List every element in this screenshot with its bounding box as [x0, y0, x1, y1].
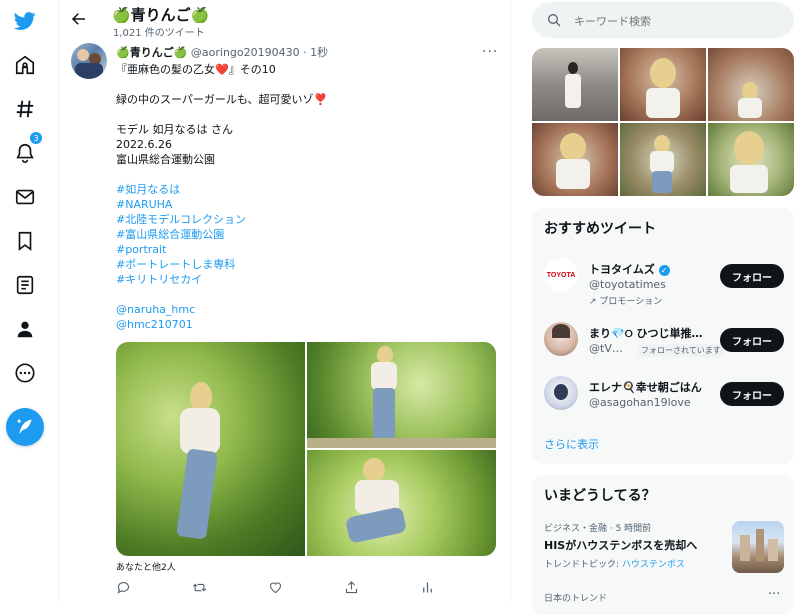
- more-options-icon[interactable]: [4, 352, 46, 394]
- home-icon[interactable]: [4, 44, 46, 86]
- trend-topic-link[interactable]: ハウステンボス: [622, 560, 685, 570]
- trend-thumbnail[interactable]: [732, 521, 784, 573]
- hashtag-link[interactable]: #キリトリセカイ: [116, 272, 496, 287]
- promoted-icon: ↗: [589, 297, 597, 307]
- tweet-line: [116, 107, 496, 122]
- account-avatar[interactable]: [544, 376, 578, 410]
- tweet-line: [116, 77, 496, 92]
- mention-link[interactable]: @hmc210701: [116, 317, 496, 332]
- trend-headline: HISがハウステンボスを売却へ: [544, 539, 698, 552]
- tweet-photo-3[interactable]: [307, 450, 496, 556]
- trend-more-options-icon[interactable]: ···: [768, 587, 780, 602]
- follow-button[interactable]: フォロー: [720, 328, 784, 352]
- share-icon[interactable]: [344, 580, 359, 599]
- center-divider: [510, 0, 511, 603]
- mention-link[interactable]: @naruha_hmc: [116, 302, 496, 317]
- trends-card: いまどうしてる？ ビジネス・金融 · 5 時間前 HISがハウステンボスを売却へ…: [532, 475, 794, 615]
- tweet-more-options-icon[interactable]: ···: [482, 44, 498, 60]
- media-thumb-2[interactable]: [620, 48, 706, 121]
- toyota-times-avatar[interactable]: TOYOTA: [544, 258, 578, 292]
- tweet-photo-2[interactable]: [307, 342, 496, 448]
- account-avatar[interactable]: [544, 322, 578, 356]
- notification-count-badge: 3: [29, 131, 43, 145]
- liked-by-text[interactable]: あなたと他2人: [116, 560, 176, 573]
- tweet-author-avatar[interactable]: [71, 43, 107, 79]
- back-arrow-icon[interactable]: [70, 10, 88, 28]
- search-input[interactable]: [572, 10, 776, 32]
- hashtag-link[interactable]: #NARUHA: [116, 197, 496, 212]
- tweet-line: 『亜麻色の髪の乙女❤️』その10: [116, 63, 276, 76]
- left-nav: 3: [0, 0, 52, 603]
- recommended-account-row[interactable]: まり💎୦ ひつじ単推… @tV… フォローされています フォロー: [544, 322, 784, 366]
- retweet-icon[interactable]: [192, 580, 207, 599]
- media-thumb-4[interactable]: [532, 123, 618, 196]
- left-divider: [58, 0, 59, 603]
- hashtag-link[interactable]: #富山県総合運動公園: [116, 227, 496, 242]
- tweet-timestamp[interactable]: · 1秒: [303, 46, 328, 59]
- compose-tweet-button[interactable]: [6, 408, 44, 446]
- tweet-photo-grid: [116, 342, 496, 556]
- reply-icon[interactable]: [116, 580, 131, 599]
- show-more-link[interactable]: さらに表示: [544, 436, 599, 452]
- trend-topic-line: トレンドトピック: ハウステンボス: [544, 560, 685, 570]
- trend-item[interactable]: ビジネス・金融 · 5 時間前 HISがハウステンボスを売却へ トレンドトピック…: [544, 521, 784, 577]
- profile-tweet-count: 1,021 件のツイート: [113, 28, 205, 39]
- account-name: エレナ🍳幸せ朝ごはん: [589, 381, 702, 394]
- recommended-account-row[interactable]: TOYOTA トヨタイムズ ✓ @toyotatimes ↗ プロモーション フ…: [544, 258, 784, 307]
- media-thumb-6[interactable]: [708, 123, 794, 196]
- like-heart-icon[interactable]: [268, 580, 283, 599]
- tweet-body: 『亜麻色の髪の乙女❤️』その10 緑の中のスーパーガールも、超可愛いゾ❣️ モデ…: [116, 62, 496, 332]
- hashtag-link[interactable]: #ポートレートしま専科: [116, 257, 496, 272]
- promotion-label: ↗ プロモーション: [589, 297, 663, 307]
- hashtag-link[interactable]: #如月なるは: [116, 182, 496, 197]
- hashtag-link[interactable]: #portrait: [116, 242, 496, 257]
- bookmarks-icon[interactable]: [4, 220, 46, 262]
- trends-title: いまどうしてる？: [544, 488, 656, 504]
- tweet-line: モデル 如月なるは さん: [116, 123, 233, 136]
- explore-hashtag-icon[interactable]: [4, 88, 46, 130]
- recommended-tweets-card: おすすめツイート TOYOTA トヨタイムズ ✓ @toyotatimes ↗ …: [532, 208, 794, 464]
- tweet-author-name[interactable]: 🍏青りんご🍏: [116, 46, 187, 59]
- tweet-author-handle[interactable]: @aoringo20190430: [191, 46, 300, 59]
- media-thumb-1[interactable]: [532, 48, 618, 121]
- recommended-account-row[interactable]: エレナ🍳幸せ朝ごはん @asagohan19love フォロー: [544, 376, 784, 420]
- account-handle: @asagohan19love: [589, 396, 691, 409]
- tweet-line: 緑の中のスーパーガールも、超可愛いゾ❣️: [116, 93, 328, 106]
- tweet-line: 2022.6.26: [116, 138, 172, 151]
- lists-icon[interactable]: [4, 264, 46, 306]
- account-name: まり💎୦ ひつじ単推…: [589, 327, 703, 340]
- search-icon: [548, 14, 561, 27]
- follows-you-badge: フォローされています: [638, 344, 724, 357]
- analytics-icon[interactable]: [420, 580, 435, 599]
- trend-category-label: 日本のトレンド: [544, 594, 608, 604]
- trend-meta: ビジネス・金融 · 5 時間前: [544, 524, 652, 534]
- tweet-line: 富山県総合運動公園: [116, 153, 215, 166]
- follow-button[interactable]: フォロー: [720, 264, 784, 288]
- messages-envelope-icon[interactable]: [4, 176, 46, 218]
- tweet-photo-1[interactable]: [116, 342, 305, 556]
- account-name: トヨタイムズ ✓: [589, 261, 670, 277]
- notifications-bell-icon[interactable]: 3: [4, 131, 46, 174]
- account-handle: @tV…: [589, 342, 623, 355]
- hashtag-link[interactable]: #北陸モデルコレクション: [116, 212, 496, 227]
- media-thumb-3[interactable]: [708, 48, 794, 121]
- media-thumb-5[interactable]: [620, 123, 706, 196]
- verified-badge-icon: ✓: [658, 264, 670, 276]
- profile-header-name: 🍏青りんご🍏: [112, 6, 210, 24]
- tweet-author-line: 🍏青りんご🍏 @aoringo20190430 · 1秒: [116, 44, 328, 60]
- twitter-logo-icon[interactable]: [4, 0, 46, 42]
- profile-icon[interactable]: [4, 308, 46, 350]
- toyota-logo-text: TOYOTA: [546, 271, 576, 279]
- account-handle: @toyotatimes: [589, 278, 666, 291]
- media-gallery: [532, 48, 794, 196]
- follow-button[interactable]: フォロー: [720, 382, 784, 406]
- compose-feather-icon: [17, 419, 32, 434]
- search-box[interactable]: [532, 2, 794, 38]
- recommended-title: おすすめツイート: [544, 221, 656, 237]
